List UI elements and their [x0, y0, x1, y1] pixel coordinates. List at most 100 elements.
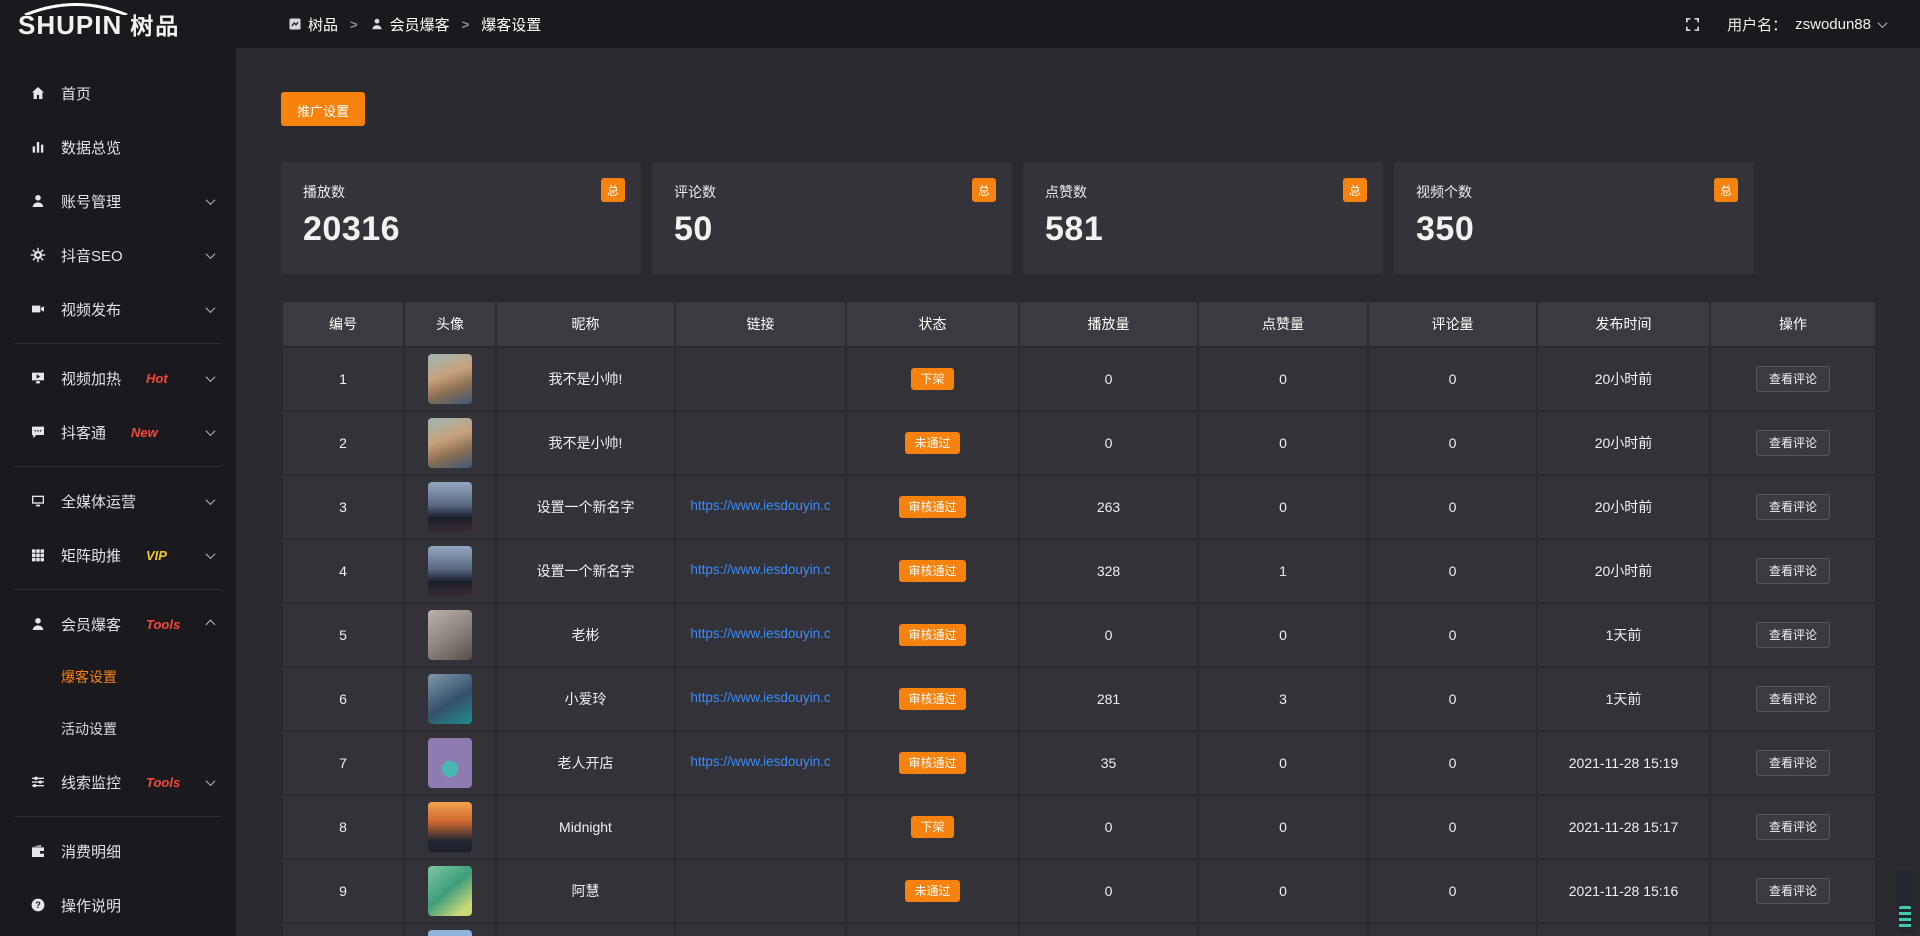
cell-avatar — [404, 475, 496, 539]
sidebar-subitem-baoke-settings[interactable]: 爆客设置 — [0, 651, 236, 703]
cell-plays: 0 — [1019, 859, 1198, 923]
breadcrumb-separator: > — [350, 17, 358, 32]
cell-nickname: 我不是小帅! — [496, 411, 675, 475]
column-header: 头像 — [404, 301, 496, 347]
cell-comments: 0 — [1368, 539, 1537, 603]
view-comments-button[interactable]: 查看评论 — [1756, 622, 1830, 648]
breadcrumb-separator: > — [462, 17, 470, 32]
view-comments-button[interactable]: 查看评论 — [1756, 750, 1830, 776]
cell-likes: 0 — [1198, 603, 1368, 667]
promo-settings-button[interactable]: 推广设置 — [281, 92, 365, 126]
dashboard-icon — [288, 17, 302, 31]
cell-status — [846, 923, 1019, 936]
total-badge: 总 — [972, 178, 996, 202]
sidebar-item-member-baoke[interactable]: 会员爆客 Tools — [0, 597, 236, 651]
sidebar-item-video-heat[interactable]: 视频加热Hot — [0, 351, 236, 405]
breadcrumb-item[interactable]: 树品 — [288, 14, 338, 35]
username[interactable]: 用户名：zswodun88 — [1727, 14, 1886, 35]
stat-card-label: 视频个数 — [1416, 182, 1732, 202]
data-table: 编号头像昵称链接状态播放量点赞量评论量发布时间操作 1我不是小帅!下架00020… — [281, 300, 1877, 936]
stat-card-value: 20316 — [303, 210, 619, 249]
sidebar-item-label: 首页 — [61, 83, 91, 104]
sidebar: 首页数据总览账号管理抖音SEO视频发布视频加热Hot抖客通New 全媒体运营矩阵助… — [0, 48, 236, 936]
sidebar-item-media-operation[interactable]: 全媒体运营 — [0, 474, 236, 528]
cell-action: 查看评论 — [1710, 731, 1876, 795]
video-link[interactable]: https://www.iesdouyin.c — [690, 754, 830, 769]
breadcrumb-item[interactable]: 爆客设置 — [481, 14, 541, 35]
cell-likes: 0 — [1198, 795, 1368, 859]
cell-comments: 0 — [1368, 731, 1537, 795]
cell-status: 未通过 — [846, 859, 1019, 923]
bar-chart-icon — [30, 139, 46, 155]
help-icon: ? — [30, 897, 46, 913]
cell-status: 未通过 — [846, 411, 1019, 475]
scrollbar-widget[interactable] — [1897, 871, 1913, 933]
status-badge: 下架 — [911, 368, 953, 390]
sidebar-item-label: 抖客通 — [61, 422, 106, 443]
fullscreen-icon[interactable] — [1684, 16, 1701, 33]
cell-likes: 0 — [1198, 475, 1368, 539]
sidebar-item-data-overview[interactable]: 数据总览 — [0, 120, 236, 174]
table-row: 8Midnight下架0002021-11-28 15:17查看评论 — [282, 795, 1876, 859]
view-comments-button[interactable]: 查看评论 — [1756, 878, 1830, 904]
status-badge: 审核通过 — [899, 496, 965, 518]
status-badge: 审核通过 — [899, 560, 965, 582]
status-badge: 审核通过 — [899, 752, 965, 774]
sidebar-item-douyin-seo[interactable]: 抖音SEO — [0, 228, 236, 282]
sidebar-item-tag: Tools — [146, 617, 180, 632]
sidebar-item-help[interactable]: ?操作说明 — [0, 878, 236, 932]
view-comments-button[interactable]: 查看评论 — [1756, 686, 1830, 712]
avatar — [428, 546, 472, 596]
cell-id: 9 — [282, 859, 404, 923]
sidebar-item-label: 视频加热 — [61, 368, 121, 389]
sidebar-item-tag: VIP — [146, 548, 167, 563]
table-row: 3设置一个新名字https://www.iesdouyin.c审核通过26300… — [282, 475, 1876, 539]
cell-time: 1天前 — [1537, 603, 1710, 667]
breadcrumb-item[interactable]: 会员爆客 — [370, 14, 450, 35]
sidebar-divider — [14, 816, 222, 817]
cell-avatar — [404, 347, 496, 411]
cell-plays: 281 — [1019, 667, 1198, 731]
cell-nickname: 设置一个新名字 — [496, 539, 675, 603]
sidebar-item-home[interactable]: 首页 — [0, 66, 236, 120]
sidebar-item-expense-detail[interactable]: 消费明细 — [0, 824, 236, 878]
cell-avatar — [404, 539, 496, 603]
view-comments-button[interactable]: 查看评论 — [1756, 366, 1830, 392]
view-comments-button[interactable]: 查看评论 — [1756, 814, 1830, 840]
cell-action: 查看评论 — [1710, 411, 1876, 475]
view-comments-button[interactable]: 查看评论 — [1756, 430, 1830, 456]
sidebar-item-matrix-boost[interactable]: 矩阵助推VIP — [0, 528, 236, 582]
cell-comments: 0 — [1368, 859, 1537, 923]
sidebar-item-label: 会员爆客 — [61, 614, 121, 635]
sliders-icon — [30, 774, 46, 790]
sidebar-subitem-activity-settings[interactable]: 活动设置 — [0, 703, 236, 755]
wallet-icon — [30, 843, 46, 859]
status-badge: 审核通过 — [899, 688, 965, 710]
cell-likes: 3 — [1198, 667, 1368, 731]
sidebar-item-account-manage[interactable]: 账号管理 — [0, 174, 236, 228]
view-comments-button[interactable]: 查看评论 — [1756, 558, 1830, 584]
stat-card-label: 点赞数 — [1045, 182, 1361, 202]
cell-action — [1710, 923, 1876, 936]
sidebar-item-douketong[interactable]: 抖客通New — [0, 405, 236, 459]
avatar — [428, 930, 472, 936]
sidebar-item-clue-monitor[interactable]: 线索监控Tools — [0, 755, 236, 809]
avatar — [428, 738, 472, 788]
logo[interactable]: SHUPIN 树品 — [0, 7, 236, 41]
sidebar-item-label: 消费明细 — [61, 841, 121, 862]
cell-nickname: Midnight — [496, 795, 675, 859]
cell-id: 3 — [282, 475, 404, 539]
video-link[interactable]: https://www.iesdouyin.c — [690, 626, 830, 641]
video-link[interactable]: https://www.iesdouyin.c — [690, 562, 830, 577]
video-link[interactable]: https://www.iesdouyin.c — [690, 498, 830, 513]
cell-time: 1天前 — [1537, 667, 1710, 731]
stat-card-value: 350 — [1416, 210, 1732, 249]
column-header: 昵称 — [496, 301, 675, 347]
view-comments-button[interactable]: 查看评论 — [1756, 494, 1830, 520]
cell-action: 查看评论 — [1710, 859, 1876, 923]
cell-id: 6 — [282, 667, 404, 731]
cell-action: 查看评论 — [1710, 795, 1876, 859]
cell-id: 2 — [282, 411, 404, 475]
sidebar-item-video-publish[interactable]: 视频发布 — [0, 282, 236, 336]
video-link[interactable]: https://www.iesdouyin.c — [690, 690, 830, 705]
